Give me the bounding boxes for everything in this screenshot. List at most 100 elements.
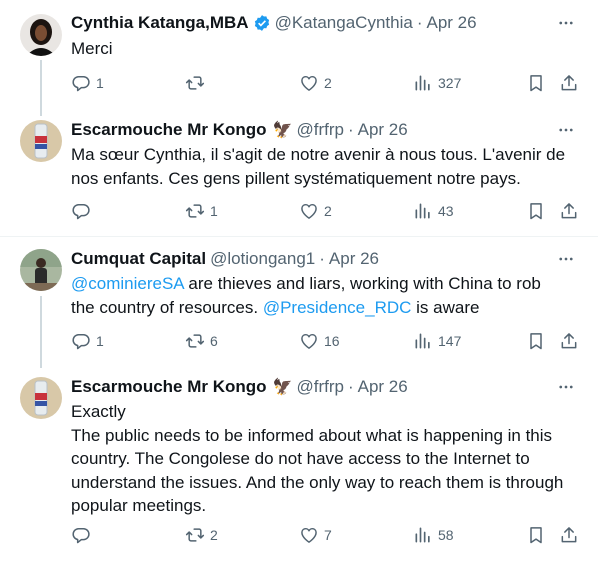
bookmark-button[interactable] [526, 329, 546, 353]
views-button[interactable]: 327 [413, 71, 461, 95]
like-count: 2 [324, 203, 332, 219]
mention-link[interactable]: @cominiereSA [71, 274, 184, 293]
tweet-text-line: popular meetings. [71, 496, 207, 515]
like-button[interactable]: 2 [299, 199, 332, 223]
views-count: 327 [438, 75, 462, 91]
tweet-text-line: the country of resources. @Presidence_RD… [71, 296, 581, 320]
reply-icon [72, 204, 90, 220]
retweet-icon [185, 76, 205, 90]
share-icon [561, 333, 577, 349]
tweet-text: @cominiereSA are thieves and liars, work… [71, 272, 581, 319]
share-icon [561, 203, 577, 219]
share-button[interactable] [559, 71, 579, 95]
tweet-text: Merci [71, 37, 581, 61]
views-button[interactable]: 147 [413, 329, 461, 353]
views-button[interactable]: 58 [413, 523, 454, 547]
author-name[interactable]: Cumquat Capital [71, 249, 206, 269]
reply-count: 1 [96, 333, 104, 349]
separator-dot: · [347, 120, 354, 139]
views-count: 58 [438, 527, 454, 543]
reply-icon [72, 76, 90, 92]
like-icon [301, 75, 317, 91]
retweet-count: 2 [210, 527, 218, 543]
tweet-text: Ma sœur Cynthia, il s'agit de notre aven… [71, 143, 581, 190]
avatar[interactable] [20, 377, 62, 419]
bookmark-icon [530, 333, 542, 350]
like-button[interactable]: 2 [299, 71, 332, 95]
tweet-divider [0, 236, 598, 237]
share-button[interactable] [559, 199, 579, 223]
retweet-button[interactable]: 2 [185, 523, 218, 547]
retweet-count: 6 [210, 333, 218, 349]
avatar[interactable] [20, 14, 62, 56]
reply-button[interactable] [71, 199, 96, 223]
like-button[interactable]: 7 [299, 523, 332, 547]
text-span: are thieves and liars, working with Chin… [183, 274, 541, 293]
share-button[interactable] [559, 523, 579, 547]
text-span: is aware [411, 297, 480, 317]
tweet-actions: 1 6 16 147 [71, 329, 581, 353]
retweet-icon [185, 334, 205, 348]
reply-icon [72, 334, 90, 350]
views-count: 147 [438, 333, 462, 349]
tweet-text-line: Merci [71, 39, 113, 58]
bookmark-button[interactable] [526, 199, 546, 223]
author-name[interactable]: Escarmouche Mr Kongo [71, 377, 267, 397]
bookmark-button[interactable] [526, 523, 546, 547]
tweet-text-line: Exactly [71, 402, 126, 421]
thread-line [40, 60, 42, 116]
thread-line [40, 296, 42, 368]
more-icon[interactable] [556, 120, 576, 140]
views-icon [415, 527, 430, 543]
tweet-actions: 2 7 58 [71, 523, 581, 547]
eagle-emoji: 🦅 [272, 122, 293, 139]
tweet-date[interactable]: Apr 26 [358, 120, 408, 140]
views-button[interactable]: 43 [413, 199, 454, 223]
share-button[interactable] [559, 329, 579, 353]
views-icon [415, 75, 430, 91]
reply-button[interactable]: 1 [71, 71, 104, 95]
like-count: 2 [324, 75, 332, 91]
author-handle[interactable]: @lotiongang1 [210, 249, 315, 269]
like-button[interactable]: 16 [299, 329, 340, 353]
avatar[interactable] [20, 120, 62, 162]
tweet-header: Escarmouche Mr Kongo 🦅 @frfrp · Apr 26 [71, 376, 408, 398]
retweet-button[interactable] [185, 71, 210, 95]
more-icon[interactable] [556, 249, 576, 269]
retweet-button[interactable]: 6 [185, 329, 218, 353]
author-handle[interactable]: @frfrp [296, 377, 343, 397]
views-icon [415, 203, 430, 219]
author-name[interactable]: Escarmouche Mr Kongo [71, 120, 267, 140]
more-icon[interactable] [556, 13, 576, 33]
bookmark-button[interactable] [526, 71, 546, 95]
retweet-button[interactable]: 1 [185, 199, 218, 223]
tweet-date[interactable]: Apr 26 [426, 13, 476, 33]
tweet-actions: 1 2 327 [71, 71, 581, 95]
reply-count: 1 [96, 75, 104, 91]
like-count: 7 [324, 527, 332, 543]
share-icon [561, 75, 577, 91]
mention-link[interactable]: @Presidence_RDC [263, 298, 412, 317]
author-handle[interactable]: @KatangaCynthia [275, 13, 413, 33]
more-icon[interactable] [556, 377, 576, 397]
author-handle[interactable]: @frfrp [296, 120, 343, 140]
avatar[interactable] [20, 249, 62, 291]
retweet-icon [185, 204, 205, 218]
reply-icon [72, 528, 90, 544]
share-icon [561, 527, 577, 543]
tweet-header: Cumquat Capital @lotiongang1 · Apr 26 [71, 248, 379, 270]
author-name[interactable]: Cynthia Katanga,MBA [71, 13, 249, 33]
tweet-date[interactable]: Apr 26 [358, 377, 408, 397]
separator-dot: · [319, 249, 325, 268]
views-icon [415, 333, 430, 349]
tweet-text-line: understand the issues. And the only way … [71, 472, 564, 492]
like-icon [301, 203, 317, 219]
like-icon [301, 333, 317, 349]
bookmark-icon [530, 527, 542, 544]
tweet-date[interactable]: Apr 26 [329, 249, 379, 269]
eagle-emoji: 🦅 [272, 379, 293, 396]
reply-button[interactable] [71, 523, 96, 547]
reply-button[interactable]: 1 [71, 329, 104, 353]
like-count: 16 [324, 333, 340, 349]
tweet-actions: 1 2 43 [71, 199, 581, 223]
